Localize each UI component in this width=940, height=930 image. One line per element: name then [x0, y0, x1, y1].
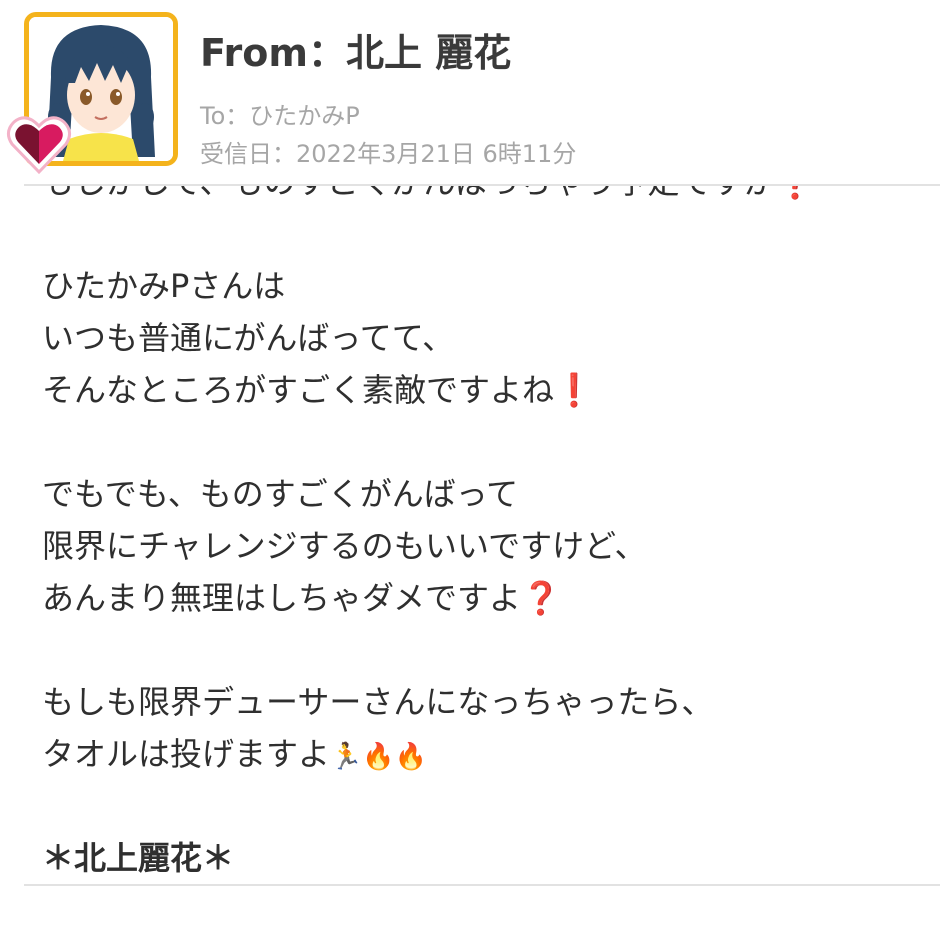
message-line: あんまり無理はしちゃダメですよ❓ — [42, 579, 561, 617]
mail-screen: From：北上 麗花 To：ひたかみP 受信日：2022年3月21日 6時11分… — [0, 0, 940, 930]
message-text: もしかして、ものすごくがんばっちゃう予定ですか❓ ひたかみPさんは いつも普通に… — [42, 186, 932, 884]
footer-divider — [24, 884, 940, 886]
recipient: To：ひたかみP — [200, 102, 360, 130]
message-line: もしかして、ものすごくがんばっちゃう予定ですか❓ — [42, 186, 932, 208]
heart-icon — [6, 112, 72, 176]
message-line: そんなところがすごく素敵ですよね❗ — [42, 371, 594, 409]
message-body[interactable]: もしかして、ものすごくがんばっちゃう予定ですか❓ ひたかみPさんは いつも普通に… — [0, 186, 940, 886]
exclamation-icon: ❗ — [554, 371, 594, 409]
message-line: もしも限界デューサーさんになっちゃったら、 — [42, 683, 714, 721]
message-line: ひたかみPさんは — [42, 267, 286, 305]
message-line: いつも普通にがんばってて、 — [42, 319, 455, 357]
mail-header: From：北上 麗花 To：ひたかみP 受信日：2022年3月21日 6時11分 — [0, 0, 940, 184]
signature: ＊北上麗花＊ — [42, 839, 235, 877]
fire-icon: 🔥 — [394, 742, 428, 772]
message-line: でもでも、ものすごくがんばって — [42, 475, 519, 513]
received-date: 受信日：2022年3月21日 6時11分 — [200, 140, 577, 168]
fire-icon: 🔥 — [362, 742, 395, 772]
message-line: タオルは投げますよ🏃🔥🔥 — [42, 735, 428, 773]
question-mark-icon: ❓ — [775, 186, 815, 201]
runner-icon: 🏃 — [330, 742, 363, 772]
sender-name: From：北上 麗花 — [200, 31, 512, 75]
question-mark-icon: ❓ — [521, 579, 561, 617]
message-line: 限界にチャレンジするのもいいですけど、 — [42, 527, 647, 565]
